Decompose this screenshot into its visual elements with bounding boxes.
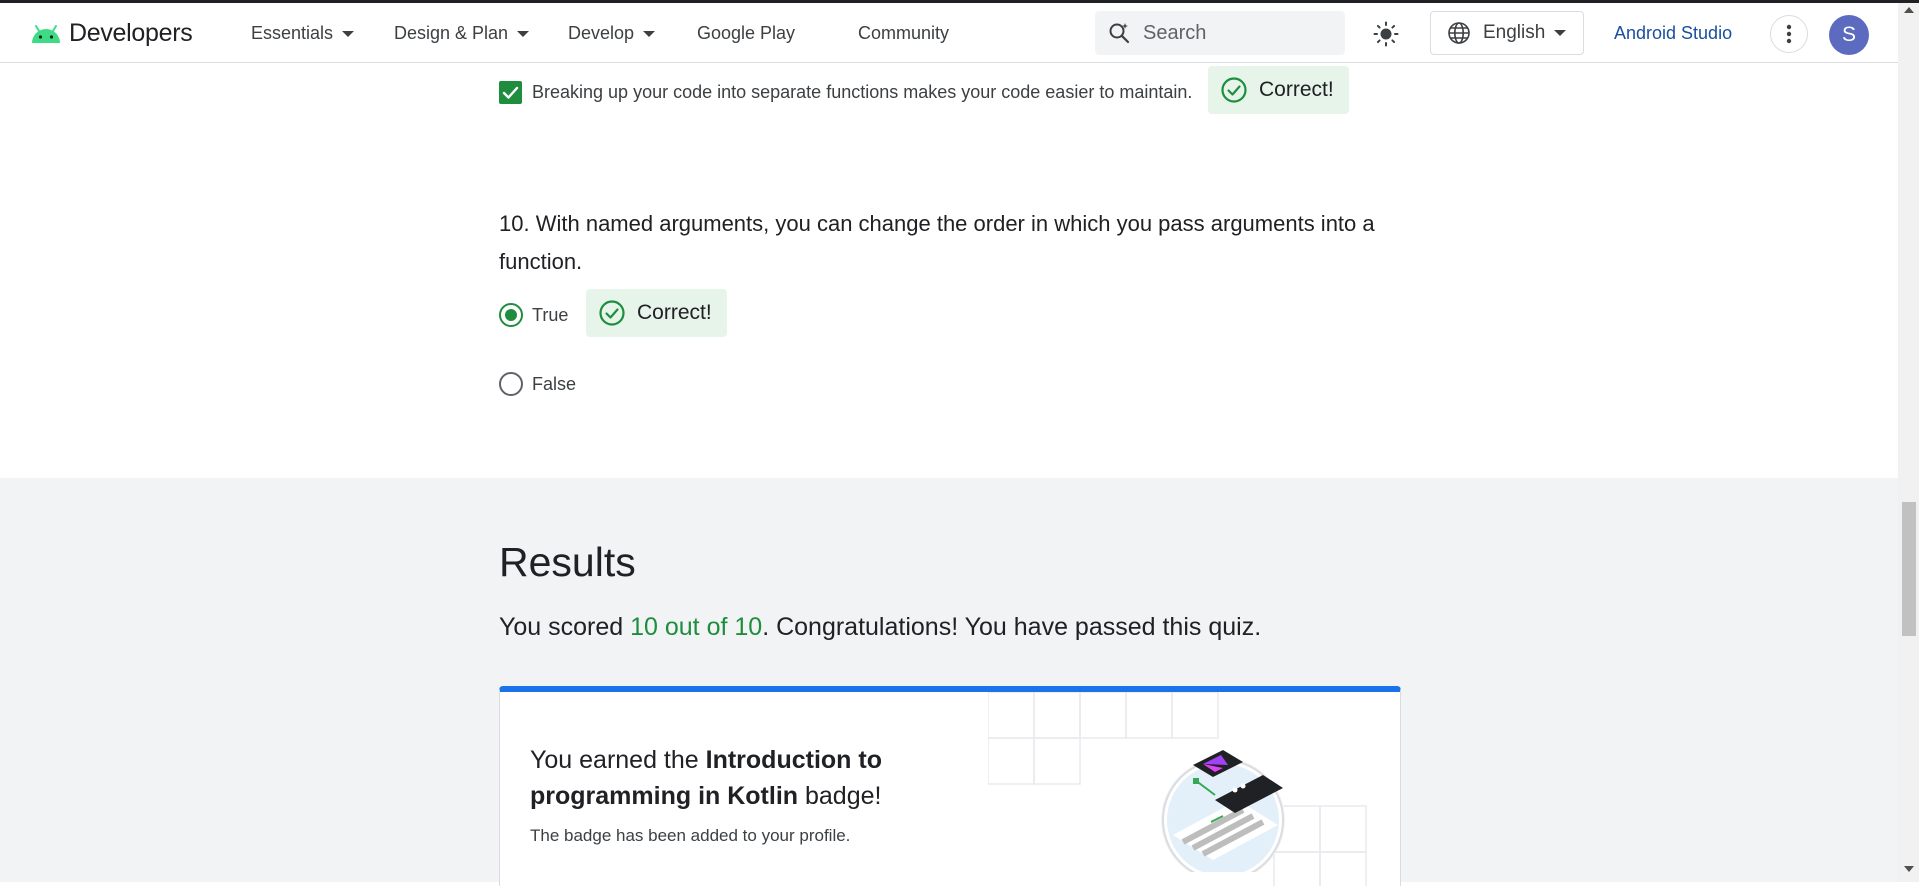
score-prefix: You scored: [499, 613, 631, 641]
nav-label: Community: [858, 23, 950, 43]
badge-note: The badge has been added to your profile…: [530, 826, 851, 845]
radio-false[interactable]: [499, 372, 523, 396]
nav-label: Essentials: [251, 23, 334, 43]
nav-community[interactable]: Community: [858, 23, 949, 44]
top-nav-bar: Developers Essentials Design & Plan Deve…: [0, 3, 1898, 63]
earned-suffix: badge!: [798, 782, 882, 810]
caret-down-icon: [1554, 30, 1567, 36]
user-avatar[interactable]: S: [1829, 15, 1869, 55]
checkmark-icon: [502, 86, 519, 99]
nav-label: Google Play: [697, 23, 796, 43]
earned-prefix: You earned the: [530, 746, 706, 774]
nav-label: Design & Plan: [394, 23, 509, 43]
more-vert-icon: [1786, 24, 1792, 44]
scroll-up-arrow-icon[interactable]: [1904, 7, 1914, 13]
android-studio-link[interactable]: Android Studio: [1614, 23, 1732, 44]
radio-true[interactable]: [499, 303, 523, 327]
badge-earned-message: You earned the Introduction to programmi…: [530, 742, 950, 814]
search-box[interactable]: Search: [1095, 11, 1345, 55]
nav-essentials[interactable]: Essentials: [251, 23, 355, 44]
score-summary: You scored 10 out of 10. Congratulations…: [499, 613, 1261, 642]
vertical-scrollbar[interactable]: [1898, 3, 1919, 882]
nav-design-plan[interactable]: Design & Plan: [394, 23, 530, 44]
option-label: Breaking up your code into separate func…: [532, 82, 1193, 102]
language-selector[interactable]: English: [1430, 11, 1584, 55]
globe-icon: [1448, 22, 1470, 44]
score-suffix: . Congratulations! You have passed this …: [762, 613, 1262, 641]
nav-develop[interactable]: Develop: [568, 23, 656, 44]
android-logo-icon: [32, 25, 60, 43]
brand-name: Developers: [69, 18, 193, 47]
scrollbar-thumb[interactable]: [1902, 502, 1916, 636]
results-title: Results: [499, 539, 636, 585]
check-circle-icon: [1221, 77, 1247, 103]
feedback-text: Correct!: [637, 301, 712, 324]
kotlin-badge-icon: [1161, 750, 1285, 872]
sun-icon[interactable]: [1373, 21, 1399, 47]
search-placeholder: Search: [1143, 21, 1207, 44]
option-label-true: True: [532, 305, 569, 325]
score-value: 10 out of 10: [630, 613, 763, 641]
scroll-down-arrow-icon[interactable]: [1904, 866, 1914, 872]
nav-label: Develop: [568, 23, 635, 43]
feedback-text: Correct!: [1259, 78, 1334, 101]
option-label-false: False: [532, 374, 577, 394]
search-spark-icon: [1109, 23, 1130, 44]
caret-down-icon: [517, 30, 530, 37]
correct-feedback: Correct!: [586, 289, 727, 337]
check-circle-icon: [599, 300, 625, 326]
caret-down-icon: [643, 30, 656, 37]
option-checkbox-checked[interactable]: [499, 81, 522, 104]
question-text: 10. With named arguments, you can change…: [499, 205, 1409, 281]
nav-google-play[interactable]: Google Play: [697, 23, 795, 44]
question-number: 10.: [499, 211, 530, 236]
badge-card: You earned the Introduction to programmi…: [499, 686, 1401, 886]
caret-down-icon: [342, 30, 355, 37]
developers-logo[interactable]: Developers: [29, 17, 193, 49]
language-label: English: [1483, 22, 1546, 43]
question-body: With named arguments, you can change the…: [499, 211, 1375, 274]
correct-feedback: Correct!: [1208, 66, 1349, 114]
more-options-button[interactable]: [1770, 15, 1808, 53]
